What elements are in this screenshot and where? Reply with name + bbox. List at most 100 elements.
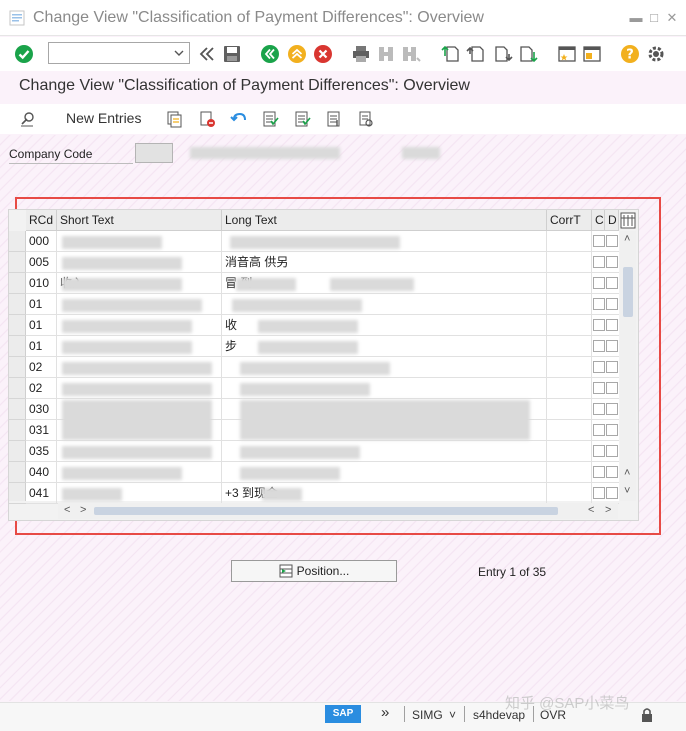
table-settings-icon[interactable]	[619, 211, 637, 230]
checkbox-c[interactable]	[593, 319, 605, 331]
row-selector[interactable]	[9, 420, 26, 441]
checkbox-d[interactable]	[606, 298, 618, 310]
checkbox-c[interactable]	[593, 445, 605, 457]
chevron-down-icon[interactable]	[172, 45, 186, 61]
scroll-down-icon[interactable]: ˅	[624, 485, 630, 497]
row-selector[interactable]	[9, 378, 26, 399]
row-selector[interactable]	[9, 336, 26, 357]
scroll-right-icon[interactable]: ˃	[80, 504, 86, 516]
create-session-icon[interactable]	[555, 42, 579, 66]
last-page-icon[interactable]	[516, 42, 540, 66]
scroll-up-icon[interactable]: ˄	[624, 467, 630, 479]
checkbox-d[interactable]	[606, 487, 618, 499]
scroll-left-icon[interactable]: ˂	[64, 504, 70, 516]
reason-code-cell[interactable]: 02	[26, 357, 57, 378]
undo-icon[interactable]	[228, 108, 250, 130]
transaction-code[interactable]: SIMG	[412, 708, 443, 722]
corr-type-cell[interactable]	[547, 420, 592, 441]
reason-code-cell[interactable]: 01	[26, 336, 57, 357]
chevron-down-icon[interactable]: ˅	[449, 708, 456, 722]
find-next-icon[interactable]	[399, 42, 423, 66]
print-view-icon[interactable]	[355, 108, 377, 130]
find-icon[interactable]	[374, 42, 398, 66]
column-header-corrt[interactable]: CorrT	[547, 210, 592, 231]
reason-code-cell[interactable]: 035	[26, 441, 57, 462]
reason-code-cell[interactable]: 030	[26, 399, 57, 420]
new-entries-button[interactable]: New Entries	[66, 110, 141, 126]
back-green-icon[interactable]	[258, 42, 282, 66]
corr-type-cell[interactable]	[547, 399, 592, 420]
checkbox-d[interactable]	[606, 277, 618, 289]
corr-type-cell[interactable]	[547, 462, 592, 483]
checkbox-c[interactable]	[593, 466, 605, 478]
checkbox-d[interactable]	[606, 340, 618, 352]
back-icon[interactable]	[195, 42, 219, 66]
reason-code-cell[interactable]: 01	[26, 294, 57, 315]
first-page-icon[interactable]	[439, 42, 463, 66]
row-selector[interactable]	[9, 315, 26, 336]
checkbox-d[interactable]	[606, 361, 618, 373]
maximize-icon[interactable]: □	[647, 10, 661, 25]
checkbox-c[interactable]	[593, 424, 605, 436]
checkbox-d[interactable]	[606, 382, 618, 394]
corr-type-cell[interactable]	[547, 378, 592, 399]
position-button[interactable]: Position...	[231, 560, 397, 582]
corr-type-cell[interactable]	[547, 252, 592, 273]
next-page-icon[interactable]	[491, 42, 515, 66]
reason-code-cell[interactable]: 005	[26, 252, 57, 273]
corr-type-cell[interactable]	[547, 483, 592, 504]
checkbox-d[interactable]	[606, 424, 618, 436]
enter-check-icon[interactable]	[12, 42, 36, 66]
display-change-icon[interactable]	[17, 108, 39, 130]
corr-type-cell[interactable]	[547, 231, 592, 252]
row-selector[interactable]	[9, 357, 26, 378]
command-field[interactable]	[48, 42, 190, 64]
row-selector[interactable]	[9, 399, 26, 420]
column-header-rcd[interactable]: RCd	[26, 210, 57, 231]
command-input[interactable]	[49, 43, 167, 63]
row-selector[interactable]	[9, 441, 26, 462]
checkbox-c[interactable]	[593, 277, 605, 289]
exit-icon[interactable]	[285, 42, 309, 66]
select-block-icon[interactable]	[291, 108, 313, 130]
corr-type-cell[interactable]	[547, 441, 592, 462]
close-icon[interactable]: ✕	[665, 10, 679, 26]
help-icon[interactable]: ?	[618, 42, 642, 66]
vertical-scroll-thumb[interactable]	[623, 267, 633, 317]
column-header-long-text[interactable]: Long Text	[222, 210, 547, 231]
row-selector[interactable]	[9, 231, 26, 252]
checkbox-d[interactable]	[606, 466, 618, 478]
reason-code-cell[interactable]: 010	[26, 273, 57, 294]
row-selector[interactable]	[9, 462, 26, 483]
row-selector[interactable]	[9, 273, 26, 294]
checkbox-c[interactable]	[593, 361, 605, 373]
column-header-c[interactable]: C	[592, 210, 605, 231]
long-text-cell[interactable]: 消音高 供另	[222, 252, 547, 273]
checkbox-c[interactable]	[593, 298, 605, 310]
shortcut-icon[interactable]	[580, 42, 604, 66]
corr-type-cell[interactable]	[547, 273, 592, 294]
copy-as-icon[interactable]	[163, 108, 185, 130]
scroll-left-icon[interactable]: ˂	[588, 504, 594, 516]
delete-icon[interactable]	[196, 108, 218, 130]
reason-code-cell[interactable]: 01	[26, 315, 57, 336]
checkbox-c[interactable]	[593, 340, 605, 352]
corr-type-cell[interactable]	[547, 336, 592, 357]
checkbox-d[interactable]	[606, 319, 618, 331]
save-icon[interactable]	[220, 42, 244, 66]
vertical-scrollbar[interactable]: ˄ ˄ ˅	[620, 231, 636, 501]
print-icon[interactable]	[349, 42, 373, 66]
checkbox-c[interactable]	[593, 487, 605, 499]
column-header-short-text[interactable]: Short Text	[57, 210, 222, 231]
checkbox-c[interactable]	[593, 235, 605, 247]
corr-type-cell[interactable]	[547, 315, 592, 336]
reason-code-cell[interactable]: 040	[26, 462, 57, 483]
previous-page-icon[interactable]	[464, 42, 488, 66]
row-selector[interactable]	[9, 483, 26, 504]
corr-type-cell[interactable]	[547, 357, 592, 378]
column-header-d[interactable]: D	[605, 210, 619, 231]
horizontal-scrollbar[interactable]: ˂ ˃ ˂ ˃	[58, 503, 618, 519]
scroll-up-icon[interactable]: ˄	[624, 233, 630, 245]
reason-code-cell[interactable]: 000	[26, 231, 57, 252]
reason-code-cell[interactable]: 02	[26, 378, 57, 399]
